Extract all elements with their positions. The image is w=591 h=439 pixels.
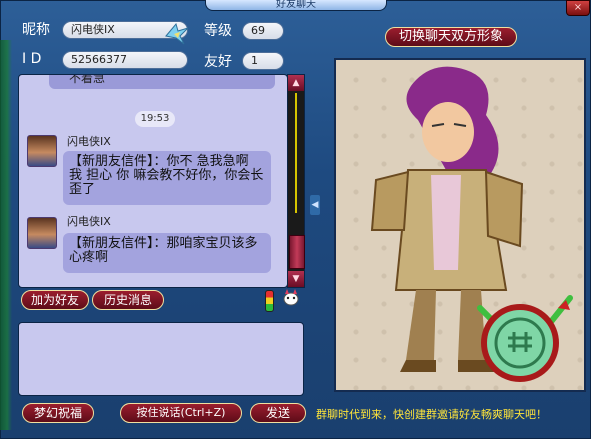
id-label: I D [22,51,42,67]
scroll-up-button[interactable]: ▲ [288,75,304,91]
level-label: 等级 [204,23,232,39]
scroll-thumb[interactable] [289,235,305,269]
push-to-talk-button[interactable]: 按住说话(Ctrl+Z) [120,403,242,423]
avatar [27,217,57,249]
send-button[interactable]: 发送 [250,403,306,423]
level-field: 69 [242,22,284,40]
nickname-label: 昵称 [22,22,50,38]
id-field: 52566377 [62,51,188,69]
message-partial: 不着急 [49,75,275,89]
add-friend-button[interactable]: 加为好友 [21,290,89,310]
sender-name: 闪电侠IX [67,135,111,148]
jade-token-icon[interactable] [470,288,580,388]
friendship-label: 友好 [204,54,232,70]
message-bubble: 【新朋友信件】：那咱家宝贝该多心疼啊 [63,233,271,273]
window-title: 好友聊天 [205,0,387,11]
chat-history: 不着急 19:53 闪电侠IX 【新朋友信件】：你不 急我急啊 我 担心 你 嘛… [18,74,288,288]
scroll-down-button[interactable]: ▼ [288,271,304,287]
message-bubble: 【新朋友信件】：你不 急我急啊 我 担心 你 嘛会教不好你，你会长歪了 [63,151,271,205]
sender-name: 闪电侠IX [67,215,111,228]
pet-icon[interactable] [282,288,300,306]
notice-banner: 群聊时代到来，快创建群邀请好友畅爽聊天吧！ [316,408,547,421]
timestamp: 19:53 [135,111,175,127]
character-portrait [334,58,586,392]
collapse-panel-button[interactable]: ◀ [310,195,320,215]
blessing-button[interactable]: 梦幻祝福 [22,403,94,423]
history-button[interactable]: 历史消息 [92,290,164,310]
close-button[interactable]: × [566,0,590,16]
scroll-rail [295,93,297,213]
chat-window: 好友聊天 × 昵称 闪电侠IX 等级 69 I D 52566377 友好 1 … [0,0,591,439]
wing-icon [165,22,189,45]
avatar [27,135,57,167]
friendship-field: 1 [242,52,284,70]
traffic-light-icon[interactable] [265,290,274,312]
chat-scrollbar[interactable]: ▲ ▼ [287,74,305,288]
message-input[interactable] [18,322,304,396]
leaf-decoration [0,40,12,430]
switch-avatar-button[interactable]: 切换聊天双方形象 [385,27,517,47]
